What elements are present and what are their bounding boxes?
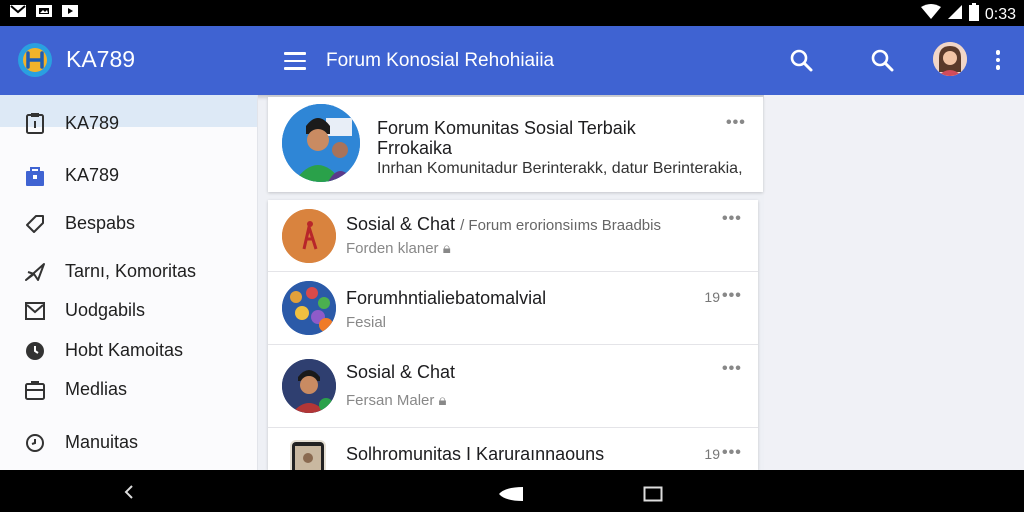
clock-icon [23, 339, 47, 363]
tag-icon [23, 212, 47, 236]
sidebar-item-medlias[interactable]: Medlias [0, 372, 257, 408]
thread-avatar [282, 281, 336, 335]
menu-line [284, 59, 306, 62]
photo-icon [36, 4, 52, 20]
user-avatar[interactable] [933, 42, 967, 76]
list-item[interactable]: Forumhntialiebatomalvial Fesial 19 ••• [268, 272, 758, 345]
list-item[interactable]: Sosial & Chat Fersan Maler 🔒︎ ••• [268, 345, 758, 428]
clock-time: 0:33 [984, 5, 1016, 23]
featured-description: Inrhan Komunitadur Berinterakk, datur Be… [377, 160, 743, 177]
thread-avatar [290, 440, 326, 470]
sidebar-item-komoritas[interactable]: Tarnı, Komoritas [0, 254, 257, 290]
status-bar: 0:33 [0, 0, 1024, 26]
menu-button[interactable] [284, 49, 308, 73]
menu-line [284, 67, 306, 70]
sidebar-item-label: KA789 [65, 165, 120, 185]
menu-line [284, 52, 306, 55]
sidebar-item-label: Tarnı, Komoritas [65, 261, 197, 281]
more-options-icon[interactable]: ••• [722, 210, 742, 228]
sidebar-item-label: Bespabs [65, 213, 136, 233]
back-icon[interactable] [121, 484, 137, 505]
page-title: Forum Konosial Rehohiaiia [326, 50, 555, 71]
thread-avatar [282, 359, 336, 413]
sidebar-item-bespabs[interactable]: Bespabs [0, 206, 257, 242]
sidebar-item-ka789-2[interactable]: KA789 [0, 158, 257, 194]
thread-title: Solhromunitas I Karuraınnaouns [346, 444, 605, 464]
signal-icon [947, 4, 963, 25]
more-options-icon[interactable]: ••• [726, 114, 746, 132]
sidebar-item-label: KA789 [65, 113, 120, 133]
gmail-icon [10, 4, 26, 20]
more-options-icon[interactable] [990, 48, 1006, 74]
app-logo-icon[interactable] [17, 42, 53, 78]
sidebar-item-label: Uodgabils [65, 300, 146, 320]
more-options-icon[interactable]: ••• [722, 287, 742, 305]
app-bar: KA789 Forum Konosial Rehohiaiia [0, 26, 1024, 95]
wifi-icon [920, 4, 941, 25]
sidebar-item-ka789[interactable]: KA789 [0, 105, 257, 141]
sidebar-item-label: Manuitas [65, 432, 139, 452]
featured-avatar [282, 104, 360, 182]
lock-icon: 🔒︎ [438, 392, 447, 409]
sidebar-item-label: Medlias [65, 379, 128, 399]
thread-title: Forumhntialiebatomalvial [346, 288, 547, 308]
sidebar-item-label: Hobt Kamoitas [65, 340, 184, 360]
more-options-icon[interactable]: ••• [722, 360, 742, 378]
thread-avatar [282, 209, 336, 263]
sidebar-item-manuitas[interactable]: Manuitas [0, 425, 257, 461]
mail-icon [23, 299, 47, 323]
search-icon[interactable] [789, 48, 815, 74]
clipboard-icon [23, 111, 47, 135]
thread-time: 19 [704, 446, 720, 462]
thread-time: 19 [704, 289, 720, 305]
lock-icon: 🔒︎ [442, 240, 451, 257]
featured-subtitle: Frrokaika [377, 138, 453, 158]
featured-title: Forum Komunitas Sosial Terbaik [377, 118, 636, 138]
sidebar: KA789 KA789 Bespabs Tarnı, Komoritas Uod… [0, 95, 258, 470]
sidebar-item-uodgabils[interactable]: Uodgabils [0, 293, 257, 329]
search-icon[interactable] [870, 48, 896, 74]
thread-title: Sosial & Chat / Forum erorionsiıms Braad… [346, 214, 661, 234]
play-store-icon [62, 4, 78, 20]
thread-meta: Forden klaner 🔒︎ [346, 240, 451, 257]
inbox-icon [23, 378, 47, 402]
thread-meta: Fersan Maler 🔒︎ [346, 392, 447, 409]
featured-forum-card[interactable]: Forum Komunitas Sosial Terbaik Frrokaika… [268, 97, 763, 192]
more-options-icon[interactable]: ••• [722, 444, 742, 462]
history-icon [23, 431, 47, 455]
app-title: KA789 [66, 46, 136, 72]
send-icon [23, 260, 47, 284]
battery-icon [968, 3, 979, 26]
sidebar-item-hobt-kamoitas[interactable]: Hobt Kamoitas [0, 333, 257, 369]
list-item[interactable]: Sosial & Chat / Forum erorionsiıms Braad… [268, 200, 758, 272]
recents-icon[interactable] [643, 486, 663, 507]
system-nav-bar [0, 470, 1024, 512]
thread-title: Sosial & Chat [346, 362, 456, 382]
thread-list: Sosial & Chat / Forum erorionsiıms Braad… [268, 200, 758, 470]
right-pane [764, 95, 1024, 470]
list-item[interactable]: Solhromunitas I Karuraınnaouns 19 ••• [268, 428, 758, 470]
home-icon[interactable] [497, 486, 525, 507]
bag-icon [23, 164, 47, 188]
thread-meta: Fesial [346, 314, 387, 331]
